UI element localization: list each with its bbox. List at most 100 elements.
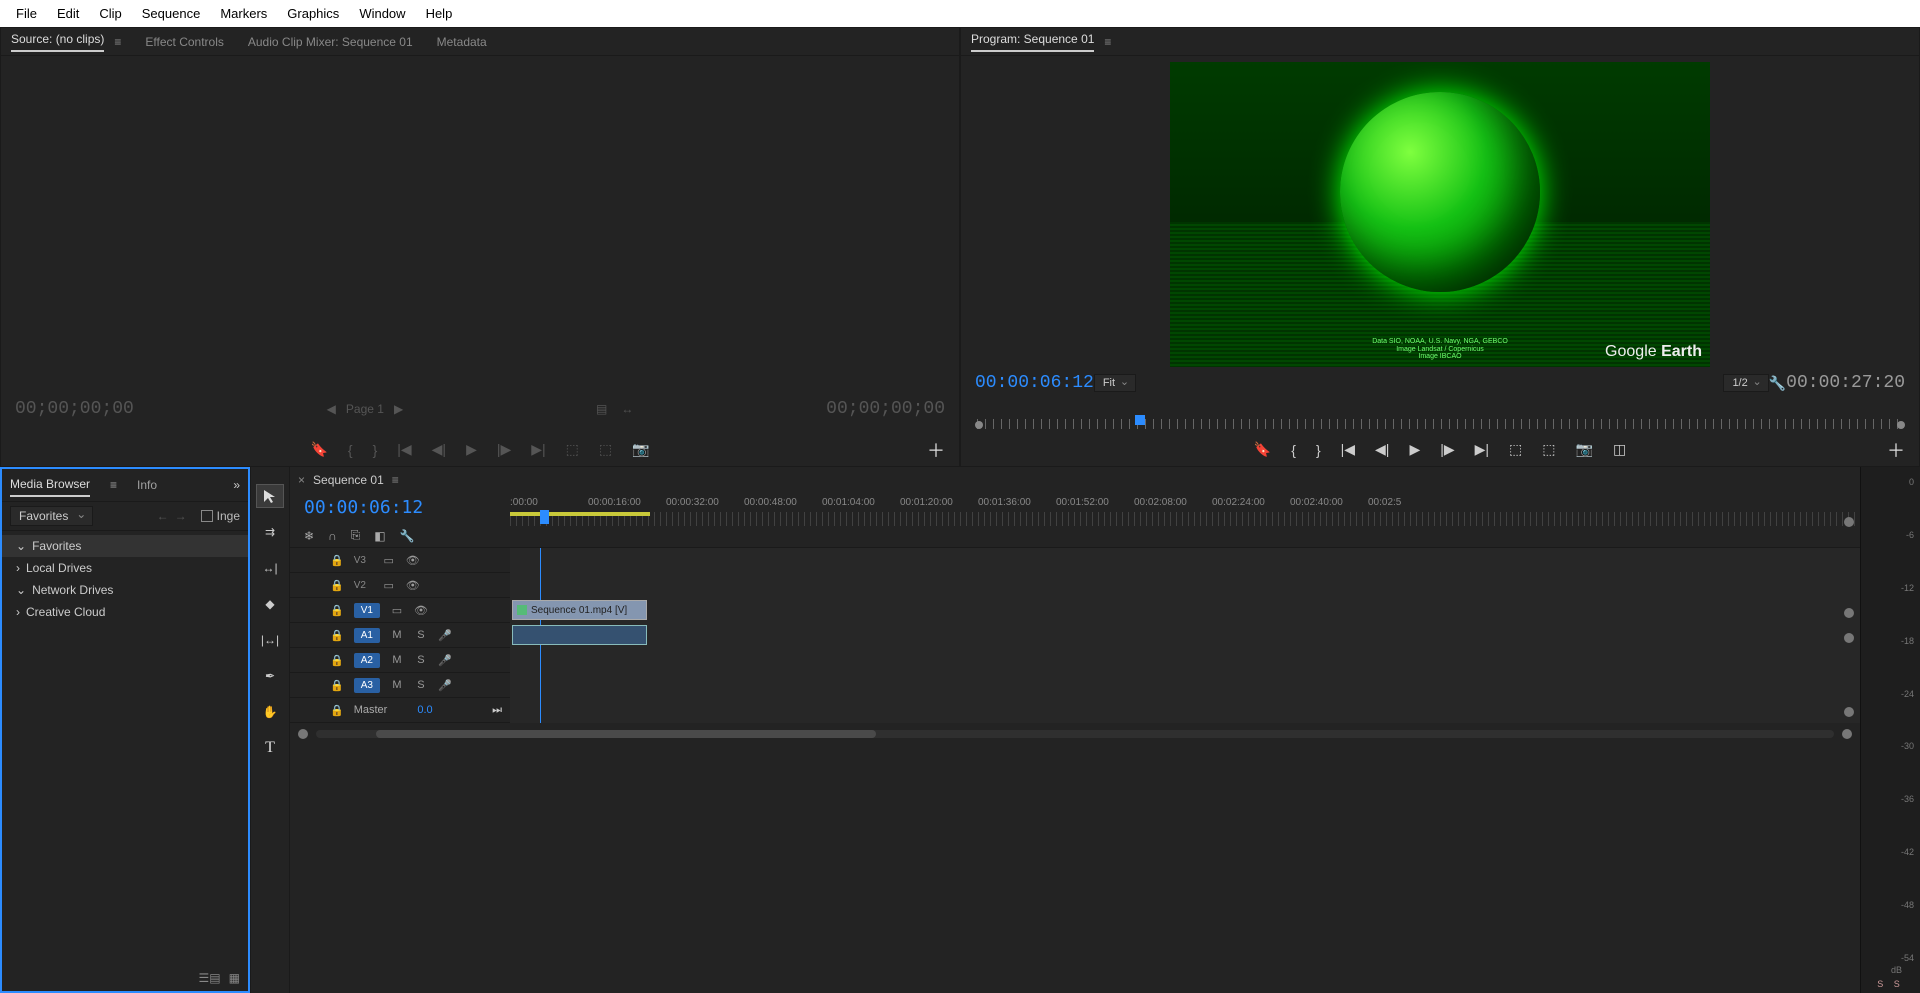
solo-button[interactable]: S [414, 679, 428, 691]
tab-sequence[interactable]: Sequence 01 [313, 473, 384, 487]
source-page-prev-icon[interactable]: ◀ [327, 402, 336, 416]
tab-source[interactable]: Source: (no clips) [11, 32, 104, 52]
tab-effect-controls[interactable]: Effect Controls [145, 35, 223, 49]
source-tab-menu-icon[interactable]: ≡ [114, 35, 121, 49]
program-compare-icon[interactable]: ◫ [1613, 441, 1626, 458]
track-header-a3[interactable]: 🔒 A3 M S 🎤 [290, 673, 510, 698]
eye-icon[interactable]: 👁 [406, 579, 420, 592]
nav-back-icon[interactable]: ← [157, 509, 169, 523]
track-header-v3[interactable]: 🔒 V3 ▭ 👁 [290, 548, 510, 573]
track-header-v2[interactable]: 🔒 V2 ▭ 👁 [290, 573, 510, 598]
program-timecode-current[interactable]: 00:00:06:12 [975, 373, 1094, 393]
source-step-back-icon[interactable]: ◀| [432, 441, 446, 458]
menu-graphics[interactable]: Graphics [277, 2, 349, 25]
menu-clip[interactable]: Clip [89, 2, 131, 25]
solo-button[interactable]: S [414, 654, 428, 666]
source-insert-icon[interactable]: ⬚ [566, 441, 579, 458]
scrubber-playhead-icon[interactable] [1135, 415, 1145, 425]
program-step-fwd-icon[interactable]: |▶ [1440, 441, 1454, 458]
source-overwrite-icon[interactable]: ⬚ [599, 441, 612, 458]
toggle-output-icon[interactable]: ▭ [390, 604, 404, 617]
meter-solo-labels[interactable]: S S [1861, 979, 1920, 989]
timeline-vscroll-bot[interactable] [1844, 707, 1854, 717]
zoom-in-handle[interactable] [1842, 729, 1852, 739]
nest-icon[interactable]: ❄ [304, 529, 314, 543]
voiceover-icon[interactable]: 🎤 [438, 654, 452, 667]
timeline-playhead-handle-icon[interactable] [540, 510, 549, 524]
solo-button[interactable]: S [414, 629, 428, 641]
tree-local-drives[interactable]: ›Local Drives [2, 557, 248, 579]
list-view-icon[interactable]: ☰▤ [199, 971, 221, 985]
lock-icon[interactable]: 🔒 [330, 679, 344, 692]
source-goto-in-icon[interactable]: |◀ [397, 441, 411, 458]
mute-button[interactable]: M [390, 679, 404, 691]
mute-button[interactable]: M [390, 629, 404, 641]
nav-fwd-icon[interactable]: → [175, 509, 187, 523]
menu-file[interactable]: File [6, 2, 47, 25]
markers-icon[interactable]: ◧ [374, 529, 385, 543]
program-zoom-select[interactable]: Fit [1094, 374, 1136, 392]
menu-sequence[interactable]: Sequence [132, 2, 211, 25]
razor-tool-icon[interactable]: ◆ [257, 593, 283, 615]
program-out-icon[interactable]: } [1316, 442, 1321, 458]
work-area-bar[interactable] [510, 512, 650, 516]
source-marker-icon[interactable]: 🔖 [310, 441, 327, 458]
slip-tool-icon[interactable]: |↔| [257, 629, 283, 651]
timeline-tab-menu-icon[interactable]: ≡ [392, 473, 399, 487]
source-play-icon[interactable]: ▶ [466, 441, 477, 458]
lock-icon[interactable]: 🔒 [330, 554, 344, 567]
tab-media-browser[interactable]: Media Browser [10, 473, 90, 497]
lock-icon[interactable]: 🔒 [330, 704, 344, 717]
pen-tool-icon[interactable]: ✒ [257, 665, 283, 687]
scrubber-end-dot[interactable] [1897, 421, 1905, 429]
linked-sel-icon[interactable]: ⎘ [351, 528, 361, 543]
source-add-button-icon[interactable]: ＋ [927, 437, 945, 463]
loop-icon[interactable]: ⏭ [492, 704, 502, 717]
media-browser-menu-icon[interactable]: ≡ [110, 478, 117, 492]
tree-favorites[interactable]: ⌄Favorites [2, 535, 248, 557]
program-add-button-icon[interactable]: ＋ [1887, 437, 1905, 463]
tl-settings-icon[interactable]: 🔧 [400, 529, 415, 543]
timeline-ruler[interactable]: :00:0000:00:16:0000:00:32:00 00:00:48:00… [510, 493, 1860, 543]
tab-info[interactable]: Info [137, 478, 157, 492]
program-export-frame-icon[interactable]: 📷 [1576, 441, 1593, 458]
source-export-frame-icon[interactable]: 📷 [632, 441, 649, 458]
ripple-edit-tool-icon[interactable]: ↔| [257, 557, 283, 579]
track-target-a3[interactable]: A3 [354, 678, 380, 693]
selection-tool-icon[interactable] [257, 485, 283, 507]
track-target-a1[interactable]: A1 [354, 628, 380, 643]
program-scrubber[interactable] [975, 415, 1905, 433]
toggle-output-icon[interactable]: ▭ [382, 554, 396, 567]
video-clip[interactable]: Sequence 01.mp4 [V] [512, 600, 647, 620]
menu-edit[interactable]: Edit [47, 2, 89, 25]
mute-button[interactable]: M [390, 654, 404, 666]
track-select-tool-icon[interactable]: ⇉ [257, 521, 283, 543]
hand-tool-icon[interactable]: ✋ [257, 701, 283, 723]
timeline-vscroll-top[interactable] [1844, 517, 1854, 527]
source-in-icon[interactable]: { [348, 442, 353, 458]
voiceover-icon[interactable]: 🎤 [438, 629, 452, 642]
timeline-zoom-scroll[interactable] [290, 723, 1860, 745]
source-out-icon[interactable]: } [373, 442, 378, 458]
timeline-track-area[interactable]: Sequence 01.mp4 [V] [510, 548, 1860, 723]
eye-icon[interactable]: 👁 [406, 554, 420, 567]
zoom-thumb[interactable] [376, 730, 876, 738]
timeline-vscroll-mid[interactable] [1844, 608, 1854, 618]
type-tool-icon[interactable]: T [257, 737, 283, 759]
program-lift-icon[interactable]: ⬚ [1509, 441, 1522, 458]
program-goto-in-icon[interactable]: |◀ [1341, 441, 1355, 458]
track-target-a2[interactable]: A2 [354, 653, 380, 668]
source-fit-icon[interactable]: ↔ [621, 402, 633, 416]
program-resolution-select[interactable]: 1/2 [1723, 374, 1768, 392]
timeline-timecode[interactable]: 00:00:06:12 [304, 497, 496, 518]
program-marker-icon[interactable]: 🔖 [1254, 441, 1271, 458]
tab-audio-clip-mixer[interactable]: Audio Clip Mixer: Sequence 01 [248, 35, 413, 49]
source-goto-out-icon[interactable]: ▶| [531, 441, 545, 458]
lock-icon[interactable]: 🔒 [330, 579, 344, 592]
program-tab-menu-icon[interactable]: ≡ [1104, 35, 1111, 49]
favorites-select[interactable]: Favorites [10, 506, 93, 526]
panel-overflow-icon[interactable]: » [233, 478, 240, 492]
timeline-vscroll-mid2[interactable] [1844, 633, 1854, 643]
source-timecode-in[interactable]: 00;00;00;00 [15, 399, 134, 419]
lock-icon[interactable]: 🔒 [330, 654, 344, 667]
